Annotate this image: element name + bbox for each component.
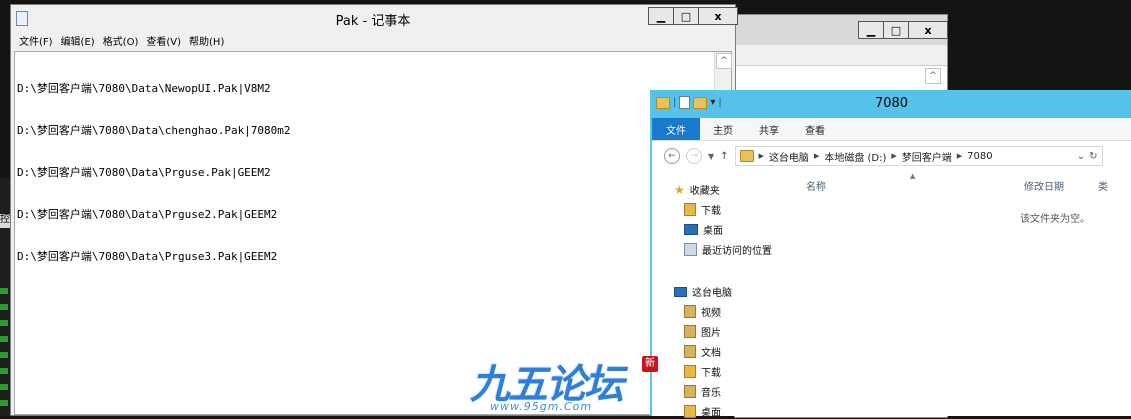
maximize-button[interactable]: □ [673, 7, 699, 25]
music-icon [684, 385, 696, 398]
breadcrumb-this-pc[interactable]: 这台电脑 [769, 149, 809, 164]
chevron-right-icon[interactable]: ▶ [814, 152, 819, 160]
computer-icon [674, 286, 687, 297]
chevron-right-icon[interactable]: ▶ [957, 152, 962, 160]
status-tick [0, 304, 8, 310]
nav-item-videos[interactable]: 视频 [684, 304, 721, 319]
nav-item-recent[interactable]: 最近访问的位置 [684, 242, 772, 257]
text-line: D:\梦回客户端\7080\Data\Prguse3.Pak|GEEM2 [17, 250, 278, 263]
column-header-name[interactable]: 名称 [806, 178, 826, 193]
explorer-window[interactable]: | ▾ | 7080 文件 主页 共享 查看 ← → ▼ ↑ ▶ 这台电脑 ▶ … [650, 90, 1131, 419]
back-icon[interactable]: ← [664, 148, 680, 164]
pictures-icon [684, 325, 696, 338]
documents-icon [684, 345, 696, 358]
download-folder-icon [684, 203, 696, 216]
tab-share[interactable]: 共享 [746, 118, 792, 140]
nav-item-desktop-pc[interactable]: 桌面 [684, 404, 721, 419]
ribbon-tabs: 文件 主页 共享 查看 [652, 118, 1131, 141]
background-window-titlebar[interactable]: ▁ □ x [735, 15, 948, 45]
nav-item-documents[interactable]: 文档 [684, 344, 721, 359]
address-bar[interactable]: ▶ 这台电脑 ▶ 本地磁盘 (D:) ▶ 梦回客户端 ▶ 7080 ⌄ ↻ [734, 146, 1103, 166]
menu-edit[interactable]: 编辑(E) [61, 33, 95, 48]
forward-icon[interactable]: → [686, 148, 702, 164]
tab-view[interactable]: 查看 [792, 118, 838, 140]
breadcrumb-7080[interactable]: 7080 [967, 151, 992, 162]
chevron-right-icon[interactable]: ▶ [759, 152, 764, 160]
column-headers: 名称 ▲ 修改日期 类 [792, 172, 1131, 194]
close-button[interactable]: x [908, 21, 948, 39]
nav-item-music[interactable]: 音乐 [684, 384, 721, 399]
menu-file[interactable]: 文件(F) [19, 33, 53, 48]
status-tick [0, 368, 8, 374]
status-tick [0, 384, 8, 390]
background-app-tab[interactable]: 控 [0, 214, 10, 228]
background-window-menubar [735, 45, 947, 65]
window-controls: ▁ □ x [858, 21, 948, 39]
text-line: D:\梦回客户端\7080\Data\Prguse2.Pak|GEEM2 [17, 208, 278, 221]
status-tick [0, 288, 8, 294]
status-tick [0, 352, 8, 358]
text-line: D:\梦回客户端\7080\Data\chenghao.Pak|7080m2 [17, 124, 291, 137]
status-tick [0, 320, 8, 326]
minimize-button[interactable]: ▁ [648, 7, 674, 25]
breadcrumb-drive-d[interactable]: 本地磁盘 (D:) [824, 149, 886, 164]
videos-icon [684, 305, 696, 318]
up-icon[interactable]: ↑ [720, 151, 728, 162]
nav-item-downloads-pc[interactable]: 下载 [684, 364, 721, 379]
menu-view[interactable]: 查看(V) [146, 33, 181, 48]
nav-item-downloads[interactable]: 下载 [684, 202, 721, 217]
recent-locations-icon[interactable]: ▼ [708, 152, 714, 161]
window-title: Pak - 记事本 [335, 14, 411, 29]
watermark-seal: 新 [642, 356, 658, 372]
nav-item-pictures[interactable]: 图片 [684, 324, 721, 339]
desktop-folder-icon [684, 405, 696, 418]
refresh-icon[interactable]: ↻ [1089, 151, 1097, 162]
empty-folder-message: 该文件夹为空。 [1020, 214, 1090, 225]
notepad-menubar: 文件(F) 编辑(E) 格式(O) 查看(V) 帮助(H) [11, 31, 735, 49]
breadcrumb-client-folder[interactable]: 梦回客户端 [902, 149, 952, 164]
nav-this-pc[interactable]: 这台电脑 [674, 284, 732, 299]
navigation-pane: ★ 收藏夹 下载 桌面 最近访问的位置 这台电脑 视频 图片 文档 下载 音乐 … [652, 172, 792, 419]
folder-icon [739, 150, 754, 162]
navigation-bar: ← → ▼ ↑ ▶ 这台电脑 ▶ 本地磁盘 (D:) ▶ 梦回客户端 ▶ 708… [652, 141, 1131, 171]
window-title: 7080 [874, 96, 909, 111]
maximize-button[interactable]: □ [883, 21, 909, 39]
text-line: D:\梦回客户端\7080\Data\NewopUI.Pak|V8M2 [17, 82, 271, 95]
download-folder-icon [684, 365, 696, 378]
tab-home[interactable]: 主页 [700, 118, 746, 140]
address-dropdown-icon[interactable]: ⌄ [1077, 151, 1085, 162]
background-app-strip: 控 [0, 178, 10, 416]
menu-help[interactable]: 帮助(H) [189, 33, 224, 48]
close-button[interactable]: x [698, 7, 738, 25]
chevron-right-icon[interactable]: ▶ [891, 152, 896, 160]
recent-places-icon [684, 243, 697, 256]
column-header-modified[interactable]: 修改日期 [1024, 178, 1064, 193]
text-content[interactable]: D:\梦回客户端\7080\Data\NewopUI.Pak|V8M2 D:\梦… [15, 52, 731, 294]
status-tick [0, 400, 8, 406]
watermark-logo: 九五论坛 www.95gm.Com 新 [462, 352, 662, 416]
minimize-button[interactable]: ▁ [858, 21, 884, 39]
sort-ascending-icon: ▲ [910, 172, 916, 180]
watermark-url: www.95gm.Com [490, 400, 593, 413]
column-header-type[interactable]: 类 [1098, 178, 1108, 193]
nav-favorites[interactable]: ★ 收藏夹 [674, 182, 720, 198]
nav-item-desktop[interactable]: 桌面 [684, 222, 723, 237]
tab-file[interactable]: 文件 [652, 118, 700, 140]
text-line: D:\梦回客户端\7080\Data\Prguse.Pak|GEEM2 [17, 166, 271, 179]
star-icon: ★ [674, 182, 685, 197]
scroll-up-icon[interactable]: ^ [716, 53, 732, 69]
desktop-icon [684, 224, 698, 235]
status-tick [0, 336, 8, 342]
window-controls: ▁ □ x [648, 7, 738, 25]
menu-format[interactable]: 格式(O) [103, 33, 139, 48]
explorer-titlebar[interactable]: | ▾ | 7080 [652, 90, 1131, 118]
scroll-up-icon[interactable]: ^ [925, 68, 941, 84]
notepad-titlebar[interactable]: Pak - 记事本 ▁ □ x [11, 5, 738, 31]
